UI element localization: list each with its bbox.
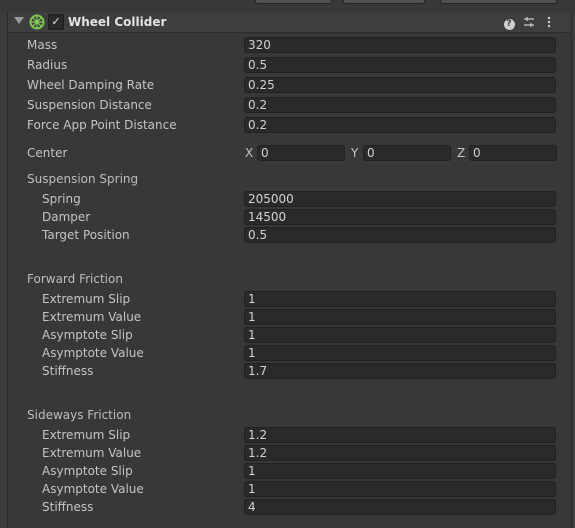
forward-extremum-slip-label: Extremum Slip [42, 292, 131, 306]
sideways-stiffness-label: Stiffness [42, 500, 94, 514]
target-position-field[interactable]: 0.5 [244, 227, 556, 243]
sideways-extremum-value-row: Extremum Value 1.2 [8, 444, 571, 462]
forward-asymptote-value-label: Asymptote Value [42, 346, 144, 360]
wheel-collider-icon [29, 14, 45, 30]
forward-extremum-slip-field[interactable]: 1 [244, 291, 556, 307]
previous-component-button[interactable] [440, 0, 557, 4]
mass-field[interactable]: 320 [244, 37, 556, 53]
wheel-damping-rate-label: Wheel Damping Rate [27, 78, 155, 92]
center-z-label[interactable]: Z [457, 144, 465, 162]
spring-field[interactable]: 205000 [244, 191, 556, 207]
forward-stiffness-field[interactable]: 1.7 [244, 363, 556, 379]
force-app-point-distance-field[interactable]: 0.2 [244, 117, 556, 133]
sideways-extremum-slip-field[interactable]: 1.2 [244, 427, 556, 443]
sideways-friction-header: Sideways Friction [8, 406, 571, 424]
forward-friction-header: Forward Friction [8, 270, 571, 288]
sideways-stiffness-field[interactable]: 4 [244, 499, 556, 515]
damper-row: Damper 14500 [8, 208, 571, 226]
previous-component-button[interactable] [343, 0, 425, 4]
center-label: Center [27, 146, 68, 160]
center-row: Center X 0 Y 0 Z 0 [8, 144, 571, 162]
force-app-point-distance-label: Force App Point Distance [27, 118, 177, 132]
radius-field[interactable]: 0.5 [244, 57, 556, 73]
presets-icon[interactable] [522, 14, 536, 30]
forward-extremum-value-field[interactable]: 1 [244, 309, 556, 325]
wheel-damping-rate-field[interactable]: 0.25 [244, 77, 556, 93]
sideways-asymptote-slip-row: Asymptote Slip 1 [8, 462, 571, 480]
center-x-field[interactable]: 0 [257, 145, 345, 161]
damper-label: Damper [42, 210, 91, 224]
center-y-label[interactable]: Y [351, 144, 358, 162]
forward-asymptote-slip-row: Asymptote Slip 1 [8, 326, 571, 344]
forward-asymptote-value-row: Asymptote Value 1 [8, 344, 571, 362]
forward-extremum-value-row: Extremum Value 1 [8, 308, 571, 326]
enabled-checkbox[interactable]: ✓ [48, 14, 64, 30]
component-title[interactable]: Wheel Collider [68, 15, 166, 29]
sideways-asymptote-value-row: Asymptote Value 1 [8, 480, 571, 498]
forward-asymptote-slip-label: Asymptote Slip [42, 328, 133, 342]
sideways-extremum-slip-label: Extremum Slip [42, 428, 131, 442]
forward-extremum-value-label: Extremum Value [42, 310, 142, 324]
sideways-friction-label: Sideways Friction [27, 408, 132, 422]
suspension-distance-field[interactable]: 0.2 [244, 97, 556, 113]
center-x-label[interactable]: X [245, 144, 253, 162]
previous-component-button[interactable] [255, 0, 332, 4]
sideways-extremum-value-label: Extremum Value [42, 446, 142, 460]
sideways-extremum-slip-row: Extremum Slip 1.2 [8, 426, 571, 444]
forward-friction-label: Forward Friction [27, 272, 123, 286]
damper-field[interactable]: 14500 [244, 209, 556, 225]
sideways-asymptote-slip-label: Asymptote Slip [42, 464, 133, 478]
suspension-distance-row: Suspension Distance 0.2 [8, 96, 571, 114]
target-position-row: Target Position 0.5 [8, 226, 571, 244]
sideways-asymptote-value-label: Asymptote Value [42, 482, 144, 496]
help-icon[interactable]: ? [502, 14, 516, 30]
center-z-field[interactable]: 0 [469, 145, 557, 161]
suspension-spring-label: Suspension Spring [27, 172, 139, 186]
forward-stiffness-row: Stiffness 1.7 [8, 362, 571, 380]
forward-extremum-slip-row: Extremum Slip 1 [8, 290, 571, 308]
inspector-scrollbar[interactable] [571, 12, 575, 528]
sideways-asymptote-value-field[interactable]: 1 [244, 481, 556, 497]
sideways-asymptote-slip-field[interactable]: 1 [244, 463, 556, 479]
previous-component-footer [0, 0, 575, 12]
component-header[interactable]: ✓ Wheel Collider ? [8, 12, 571, 33]
mass-label: Mass [27, 38, 58, 52]
forward-stiffness-label: Stiffness [42, 364, 94, 378]
wheel-damping-rate-row: Wheel Damping Rate 0.25 [8, 76, 571, 94]
center-y-field[interactable]: 0 [363, 145, 451, 161]
sideways-extremum-value-field[interactable]: 1.2 [244, 445, 556, 461]
mass-row: Mass 320 [8, 36, 571, 54]
spring-label: Spring [42, 192, 81, 206]
more-menu-icon[interactable] [542, 14, 556, 30]
target-position-label: Target Position [42, 228, 130, 242]
sideways-stiffness-row: Stiffness 4 [8, 498, 571, 516]
forward-asymptote-value-field[interactable]: 1 [244, 345, 556, 361]
radius-label: Radius [27, 58, 68, 72]
foldout-open-icon[interactable] [14, 17, 24, 24]
suspension-spring-header: Suspension Spring [8, 170, 571, 188]
spring-row: Spring 205000 [8, 190, 571, 208]
forward-asymptote-slip-field[interactable]: 1 [244, 327, 556, 343]
force-app-point-distance-row: Force App Point Distance 0.2 [8, 116, 571, 134]
radius-row: Radius 0.5 [8, 56, 571, 74]
left-panel-edge [0, 12, 8, 528]
wheel-collider-component: ✓ Wheel Collider ? Mass 320 Radius 0.5 W… [8, 12, 571, 528]
suspension-distance-label: Suspension Distance [27, 98, 152, 112]
